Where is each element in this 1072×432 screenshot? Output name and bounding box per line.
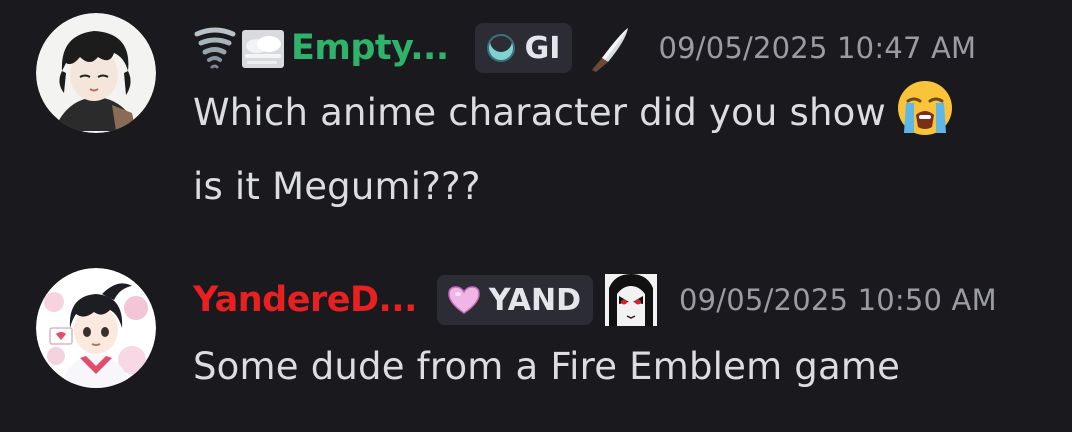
message-line: is it Megumi??? — [193, 165, 481, 208]
loudly-crying-face-icon — [894, 77, 956, 139]
message-content: Which anime character did you show is it… — [193, 76, 956, 224]
timestamp: 09/05/2025 10:50 AM — [679, 283, 997, 317]
message-item[interactable]: Empty... GI 09/05/2025 10:47 AM Which an — [0, 0, 1072, 230]
anime-face-icon — [605, 274, 657, 326]
pink-heart-icon — [448, 286, 480, 314]
message-header: YandereD... YAND 09/05/2025 10:50 AM — [193, 270, 997, 330]
timestamp: 09/05/2025 10:47 AM — [658, 31, 977, 65]
username[interactable]: Empty... — [291, 28, 449, 68]
knife-icon — [584, 22, 636, 74]
message-header: Empty... GI 09/05/2025 10:47 AM — [193, 18, 976, 78]
message-item[interactable]: YandereD... YAND 09/05/2025 10:50 AM Som… — [0, 250, 1072, 432]
clan-tag[interactable]: YAND — [436, 275, 593, 325]
chat-log: Empty... GI 09/05/2025 10:47 AM Which an — [0, 0, 1072, 432]
tag-label: YAND — [488, 282, 581, 318]
tornado-icon — [193, 24, 237, 72]
username[interactable]: YandereD... — [193, 280, 417, 320]
avatar[interactable] — [36, 13, 156, 133]
message-line: Which anime character did you show — [193, 76, 956, 150]
message-content: Some dude from a Fire Emblem game — [193, 330, 900, 404]
tag-label: GI — [524, 30, 561, 66]
crescent-moon-icon — [486, 32, 515, 62]
clan-tag[interactable]: GI — [474, 23, 573, 73]
message-line: Some dude from a Fire Emblem game — [193, 345, 901, 388]
fog-icon — [241, 24, 285, 72]
avatar[interactable] — [36, 268, 156, 388]
